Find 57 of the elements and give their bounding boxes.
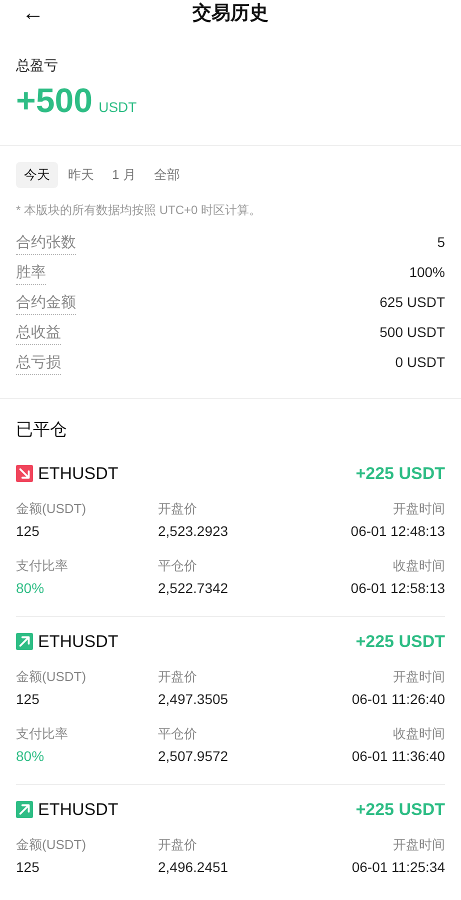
period-tab[interactable]: 昨天 — [60, 162, 102, 188]
field-label: 收盘时间 — [392, 557, 445, 575]
field-label: 金额(USDT) — [16, 668, 88, 686]
stat-value: 500 USDT — [380, 323, 445, 342]
period-tab[interactable]: 全部 — [146, 162, 188, 188]
field-value: 2,523.2923 — [158, 522, 230, 541]
section-title: 已平仓 — [15, 419, 68, 441]
timezone-note: * 本版块的所有数据均按照 UTC+0 时区计算。 — [15, 202, 262, 219]
trade-symbol: ETHUSDT — [38, 630, 118, 653]
field-value: 06-01 11:26:40 — [352, 690, 445, 709]
field-label: 平仓价 — [158, 725, 198, 743]
field-label: 开盘价 — [158, 836, 198, 854]
stat-label: 总收益 — [16, 322, 61, 345]
trade-profit: +225 USDT — [356, 798, 445, 821]
trade-profit: +225 USDT — [356, 462, 445, 485]
field-value: 125 — [16, 858, 40, 877]
field-value: 125 — [16, 690, 40, 709]
stat-label: 合约金额 — [16, 292, 76, 315]
trade-profit: +225 USDT — [356, 630, 445, 653]
field-label: 金额(USDT) — [16, 836, 88, 854]
total-pnl: +500 — [16, 81, 93, 122]
field-value: 2,496.2451 — [158, 858, 230, 877]
trade-symbol: ETHUSDT — [38, 462, 118, 485]
field-label: 平仓价 — [158, 557, 198, 575]
stat-value: 100% — [409, 263, 445, 282]
page-title: 交易历史 — [192, 2, 268, 26]
field-label: 开盘时间 — [392, 500, 445, 518]
stat-value: 0 USDT — [395, 353, 445, 372]
stat-label: 总亏损 — [16, 352, 61, 375]
pnl-unit: USDT — [98, 98, 137, 117]
field-value: 2,497.3505 — [158, 690, 230, 709]
trade-symbol: ETHUSDT — [38, 798, 118, 821]
field-label: 开盘价 — [158, 500, 198, 518]
field-value: 125 — [16, 522, 40, 541]
field-label: 收盘时间 — [392, 725, 445, 743]
stat-value: 625 USDT — [380, 293, 445, 312]
field-value: 2,507.9572 — [158, 747, 230, 766]
stat-label: 胜率 — [16, 262, 46, 285]
field-label: 金额(USDT) — [16, 500, 88, 518]
field-value: 06-01 11:25:34 — [352, 858, 445, 877]
field-label: 支付比率 — [16, 725, 69, 743]
field-label: 开盘时间 — [392, 836, 445, 854]
field-value: 06-01 11:36:40 — [352, 747, 445, 766]
field-value: 06-01 12:48:13 — [350, 522, 445, 541]
summary-label: 总盈亏 — [16, 56, 58, 75]
field-value: 80% — [16, 579, 46, 598]
stat-value: 5 — [437, 233, 445, 252]
field-value: 2,522.7342 — [158, 579, 230, 598]
stat-label: 合约张数 — [16, 232, 76, 255]
field-label: 开盘价 — [158, 668, 198, 686]
field-value: 06-01 12:58:13 — [350, 579, 445, 598]
back-button[interactable]: ← — [22, 0, 44, 26]
field-label: 支付比率 — [16, 557, 69, 575]
period-tab[interactable]: 今天 — [16, 162, 58, 188]
field-label: 开盘时间 — [392, 668, 445, 686]
period-tab[interactable]: 1 月 — [104, 162, 144, 188]
field-value: 80% — [16, 747, 46, 766]
